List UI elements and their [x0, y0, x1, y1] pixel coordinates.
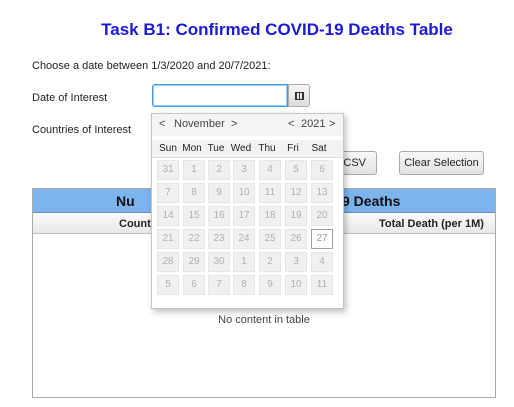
calendar-day-cell[interactable]: 3 — [285, 252, 307, 272]
table-title-left: Nu — [116, 193, 135, 209]
calendar-day-cell[interactable]: 2 — [259, 252, 281, 272]
date-input[interactable] — [152, 84, 288, 107]
calendar-day-cell[interactable]: 27 — [311, 229, 333, 249]
next-year-button[interactable]: > — [329, 118, 335, 130]
calendar-day-cell[interactable]: 26 — [285, 229, 307, 249]
clear-selection-button[interactable]: Clear Selection — [399, 151, 484, 175]
calendar-day-cell[interactable]: 15 — [183, 206, 205, 226]
calendar-day-cell[interactable]: 16 — [208, 206, 230, 226]
page-title: Task B1: Confirmed COVID-19 Deaths Table — [101, 20, 453, 39]
calendar-day-cell[interactable]: 8 — [233, 275, 255, 295]
calendar-day-cell[interactable]: 20 — [311, 206, 333, 226]
calendar-day-cell[interactable]: 28 — [157, 252, 179, 272]
calendar-day-cell[interactable]: 14 — [157, 206, 179, 226]
calendar-day-cell[interactable]: 11 — [259, 183, 281, 203]
calendar-day-cell[interactable]: 6 — [183, 275, 205, 295]
table-empty-placeholder: No content in table — [218, 314, 310, 326]
calendar-day-cell[interactable]: 4 — [259, 160, 281, 180]
column-header-total-death[interactable]: Total Death (per 1M) — [379, 218, 484, 230]
countries-of-interest-label: Countries of Interest — [32, 124, 132, 136]
calendar-day-cell[interactable]: 21 — [157, 229, 179, 249]
date-range-instruction: Choose a date between 1/3/2020 and 20/7/… — [32, 60, 271, 72]
calendar-day-cell[interactable]: 6 — [311, 160, 333, 180]
calendar-day-cell[interactable]: 9 — [259, 275, 281, 295]
calendar-day-cell[interactable]: 3 — [233, 160, 255, 180]
date-picker-popup: < November > < 2021 > Sun Mon Tue Wed Thu Fri… — [151, 113, 344, 309]
calendar-day-cell[interactable]: 5 — [285, 160, 307, 180]
previous-month-button[interactable]: < — [159, 118, 165, 130]
calendar-day-cell[interactable]: 10 — [285, 275, 307, 295]
calendar-day-cell[interactable]: 22 — [183, 229, 205, 249]
calendar-day-cell[interactable]: 9 — [208, 183, 230, 203]
calendar-day-cell[interactable]: 24 — [233, 229, 255, 249]
calendar-navigation: < November > < 2021 > — [152, 114, 343, 136]
calendar-day-cell[interactable]: 8 — [183, 183, 205, 203]
calendar-day-cell[interactable]: 30 — [208, 252, 230, 272]
previous-year-button[interactable]: < — [288, 118, 294, 130]
calendar-day-cell[interactable]: 1 — [183, 160, 205, 180]
calendar-day-cell[interactable]: 13 — [311, 183, 333, 203]
weekday-mon: Mon — [182, 143, 202, 154]
calendar-icon — [294, 91, 304, 100]
calendar-day-cell[interactable]: 29 — [183, 252, 205, 272]
weekday-sun: Sun — [159, 143, 177, 154]
calendar-day-cell[interactable]: 31 — [157, 160, 179, 180]
calendar-day-cell[interactable]: 7 — [157, 183, 179, 203]
weekday-fri: Fri — [287, 143, 299, 154]
calendar-day-cell[interactable]: 25 — [259, 229, 281, 249]
calendar-day-cell[interactable]: 18 — [259, 206, 281, 226]
calendar-day-cell[interactable]: 4 — [311, 252, 333, 272]
calendar-day-cell[interactable]: 11 — [311, 275, 333, 295]
calendar-day-cell[interactable]: 19 — [285, 206, 307, 226]
date-of-interest-label: Date of Interest — [32, 92, 108, 104]
weekday-thu: Thu — [258, 143, 276, 154]
year-label: 2021 — [301, 118, 326, 130]
calendar-button[interactable] — [288, 84, 310, 107]
calendar-day-cell[interactable]: 12 — [285, 183, 307, 203]
weekday-wed: Wed — [230, 143, 252, 154]
calendar-day-cell[interactable]: 1 — [233, 252, 255, 272]
table-title-right: 9 Deaths — [342, 193, 401, 209]
weekday-tue: Tue — [207, 143, 225, 154]
calendar-day-cell[interactable]: 23 — [208, 229, 230, 249]
month-label: November — [174, 118, 225, 130]
calendar-day-cell[interactable]: 7 — [208, 275, 230, 295]
calendar-day-cell[interactable]: 17 — [233, 206, 255, 226]
weekday-sat: Sat — [311, 143, 327, 154]
weekday-header: Sun Mon Tue Wed Thu Fri Sat — [152, 140, 343, 158]
calendar-day-cell[interactable]: 5 — [157, 275, 179, 295]
next-month-button[interactable]: > — [231, 118, 237, 130]
calendar-day-cell[interactable]: 10 — [233, 183, 255, 203]
calendar-day-cell[interactable]: 2 — [208, 160, 230, 180]
